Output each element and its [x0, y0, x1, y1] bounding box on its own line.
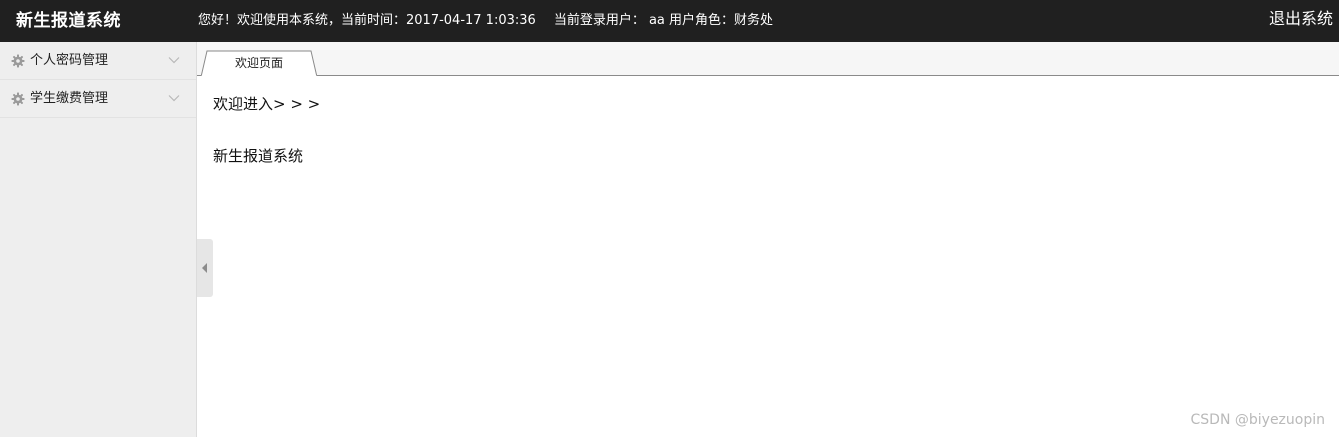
watermark: CSDN @biyezuopin	[1190, 412, 1325, 428]
gear-icon	[11, 92, 25, 106]
welcome-status: 您好！欢迎使用本系统，当前时间：2017-04-17 1:03:36 当前登录用户…	[198, 11, 773, 31]
current-user-label: 当前登录用户：	[553, 13, 645, 28]
sidebar-collapse-handle[interactable]	[197, 239, 213, 297]
logout-button[interactable]: 退出系统	[1269, 7, 1333, 31]
welcome-heading: 欢迎进入> > >	[213, 95, 321, 113]
current-user: aa	[648, 13, 665, 28]
sidebar-item-payments[interactable]: 学生缴费管理	[0, 80, 196, 118]
system-name-text: 新生报道系统	[213, 147, 304, 165]
tab-welcome[interactable]: 欢迎页面	[201, 50, 317, 77]
sidebar-item-label: 学生缴费管理	[30, 91, 109, 106]
welcome-text: 您好！欢迎使用本系统，当前时间：2017-04-17 1:03:36	[198, 13, 536, 28]
sidebar: 个人密码管理 学生缴费管理	[0, 42, 197, 437]
gear-icon	[11, 54, 25, 68]
chevron-down-icon	[168, 57, 180, 64]
user-role: 用户角色：财务处	[669, 13, 774, 28]
tab-strip: 欢迎页面	[197, 42, 1339, 77]
app-title: 新生报道系统	[16, 11, 121, 31]
sidebar-item-label: 个人密码管理	[30, 53, 109, 68]
sidebar-item-password[interactable]: 个人密码管理	[0, 42, 196, 80]
chevron-left-icon	[202, 263, 207, 273]
main-content: 欢迎进入> > > 新生报道系统 CSDN @biyezuopin	[197, 76, 1339, 437]
top-bar: 新生报道系统 您好！欢迎使用本系统，当前时间：2017-04-17 1:03:3…	[0, 0, 1339, 42]
chevron-down-icon	[168, 95, 180, 102]
tab-label: 欢迎页面	[234, 56, 283, 70]
